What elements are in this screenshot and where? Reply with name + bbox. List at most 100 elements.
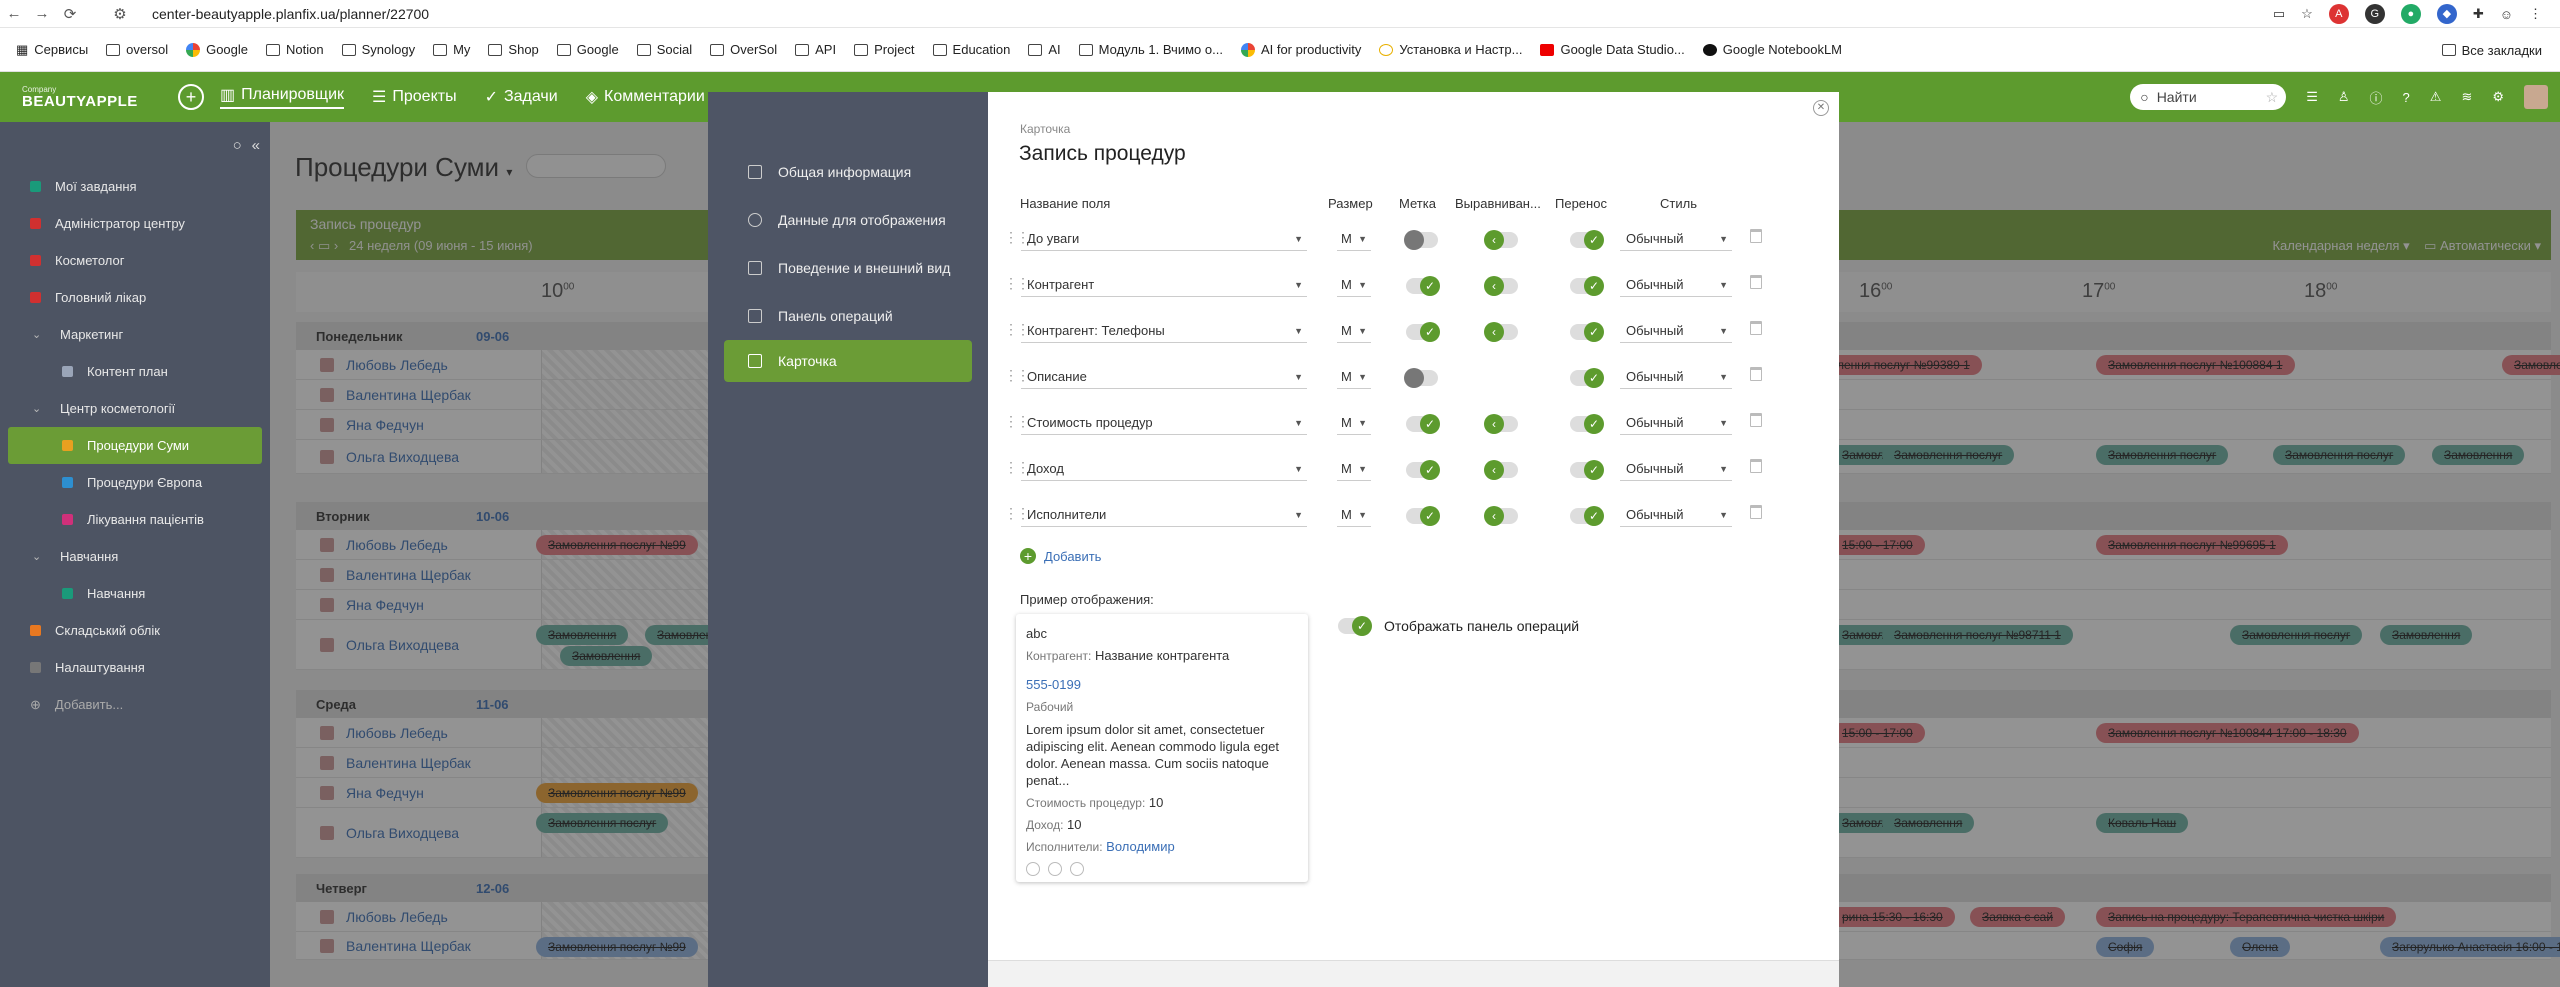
trash-icon[interactable] [1750,321,1762,335]
install-icon[interactable]: ▭ [2273,6,2285,22]
close-icon[interactable]: ✕ [1813,100,1829,116]
size-select[interactable]: M ▼ [1337,319,1371,343]
address-bar[interactable]: center-beautyapple.planfix.ua/planner/22… [152,6,429,22]
field-select[interactable]: Доход ▼ [1021,457,1307,481]
size-select[interactable]: M ▼ [1337,227,1371,251]
style-select[interactable]: Обычный ▼ [1620,365,1732,389]
sidebar-item[interactable]: Лікування пацієнтів [0,501,270,538]
align-toggle[interactable]: ‹ [1484,414,1518,434]
modal-nav-behavior[interactable]: Поведение и внешний вид [708,244,988,292]
extension-icon[interactable]: ● [2400,4,2421,24]
sidebar-item[interactable]: Процедури Суми [8,427,262,464]
wrap-toggle[interactable]: ✓ [1570,230,1604,250]
extension-icon[interactable]: ◆ [2436,4,2457,24]
style-select[interactable]: Обычный ▼ [1620,503,1732,527]
trash-icon[interactable] [1750,229,1762,243]
show-operations-panel[interactable]: ✓ Отображать панель операций [1338,616,1579,636]
chevron-down-icon[interactable]: ⌄ [32,402,46,415]
nav-projects[interactable]: ☰ Проекты [372,85,457,109]
mark-toggle[interactable]: ✓ [1406,276,1440,296]
add-field-button[interactable]: + Добавить [1020,548,1101,564]
bookmark-item[interactable]: Google [186,42,248,57]
size-select[interactable]: M ▼ [1337,273,1371,297]
sidebar-item[interactable]: Процедури Європа [0,464,270,501]
sidebar-item[interactable]: ⌄ Центр косметології [0,390,270,427]
style-select[interactable]: Обычный ▼ [1620,273,1732,297]
mark-toggle[interactable] [1404,368,1438,388]
sidebar-item[interactable]: ⌄ Навчання [0,538,270,575]
bookmark-item[interactable]: OverSol [710,42,777,57]
bookmark-item[interactable]: AI for productivity [1240,42,1361,57]
list-icon[interactable]: ☰ [2306,89,2318,105]
bookmark-item[interactable]: Модуль 1. Вчимо о... [1078,42,1223,57]
align-toggle[interactable]: ‹ [1484,276,1518,296]
trash-icon[interactable] [1750,413,1762,427]
bookmark-item[interactable]: Social [636,42,692,57]
mark-toggle[interactable] [1404,230,1438,250]
extension-icon[interactable]: A [2328,4,2349,24]
alert-icon[interactable]: ⚠ [2430,89,2442,105]
align-toggle[interactable]: ‹ [1484,322,1518,342]
sidebar-item[interactable]: Головний лікар [0,279,270,316]
info-icon[interactable]: ⓘ [2370,88,2383,107]
style-select[interactable]: Обычный ▼ [1620,227,1732,251]
field-select[interactable]: Контрагент: Телефоны ▼ [1021,319,1307,343]
sidebar-item[interactable]: Адміністратор центру [0,205,270,242]
bookmark-item[interactable]: Notion [266,42,324,57]
size-select[interactable]: M ▼ [1337,457,1371,481]
size-select[interactable]: M ▼ [1337,503,1371,527]
trash-icon[interactable] [1750,459,1762,473]
chevron-down-icon[interactable]: ⌄ [32,328,46,341]
field-select[interactable]: Стоимость процедур ▼ [1021,411,1307,435]
extension-icon[interactable]: G [2364,4,2385,24]
modal-nav-card[interactable]: Карточка [724,340,972,382]
bookmark-item[interactable]: oversol [106,42,168,57]
field-select[interactable]: Исполнители ▼ [1021,503,1307,527]
bookmark-item[interactable]: ▦ Сервисы [16,42,88,58]
site-info-icon[interactable]: ⚙ [106,5,134,23]
chevron-down-icon[interactable]: ⌄ [32,550,46,563]
wrap-toggle[interactable]: ✓ [1570,322,1604,342]
align-toggle[interactable]: ‹ [1484,230,1518,250]
toggle-switch[interactable]: ✓ [1338,616,1372,636]
mark-toggle[interactable]: ✓ [1406,506,1440,526]
bookmark-item[interactable]: Education [932,42,1010,57]
sidebar-item[interactable]: ⊕ Добавить... [0,686,270,723]
forward-icon[interactable]: → [28,5,56,22]
menu-icon[interactable]: ⋮ [2529,6,2542,22]
wrap-toggle[interactable]: ✓ [1570,414,1604,434]
sidebar-item[interactable]: Косметолог [0,242,270,279]
stack-icon[interactable]: ≋ [2461,89,2472,105]
style-select[interactable]: Обычный ▼ [1620,319,1732,343]
mark-toggle[interactable]: ✓ [1406,322,1440,342]
nav-planner[interactable]: ▥ Планировщик [220,85,345,109]
bookmark-item[interactable]: Synology [341,42,415,57]
size-select[interactable]: M ▼ [1337,365,1371,389]
extensions-puzzle-icon[interactable]: ✚ [2473,6,2484,22]
help-icon[interactable]: ? [2403,90,2410,105]
all-bookmarks[interactable]: Все закладки [2441,28,2542,72]
field-select[interactable]: Контрагент ▼ [1021,273,1307,297]
field-select[interactable]: До уваги ▼ [1021,227,1307,251]
sidebar-item[interactable]: Налаштування [0,649,270,686]
wrap-toggle[interactable]: ✓ [1570,368,1604,388]
search-icon[interactable]: ○ [233,137,242,154]
add-icon[interactable]: + [178,84,204,110]
sidebar-item[interactable]: Мої завдання [0,168,270,205]
trash-icon[interactable] [1750,367,1762,381]
mark-toggle[interactable]: ✓ [1406,460,1440,480]
style-select[interactable]: Обычный ▼ [1620,457,1732,481]
bookmark-item[interactable]: Google Data Studio... [1540,42,1685,57]
reload-icon[interactable]: ⟳ [56,5,84,23]
star-icon[interactable]: ☆ [2301,6,2313,22]
profile-avatar[interactable]: ☺ [2500,7,2513,22]
modal-nav-general[interactable]: Общая информация [708,148,988,196]
size-select[interactable]: M ▼ [1337,411,1371,435]
wrap-toggle[interactable]: ✓ [1570,276,1604,296]
sidebar-item[interactable]: Навчання [0,575,270,612]
wrap-toggle[interactable]: ✓ [1570,460,1604,480]
avatar[interactable] [2524,85,2548,109]
bookmark-item[interactable]: API [795,42,836,57]
company-logo[interactable]: Company BEAUTYAPPLE [0,85,178,109]
back-icon[interactable]: ← [0,5,28,22]
